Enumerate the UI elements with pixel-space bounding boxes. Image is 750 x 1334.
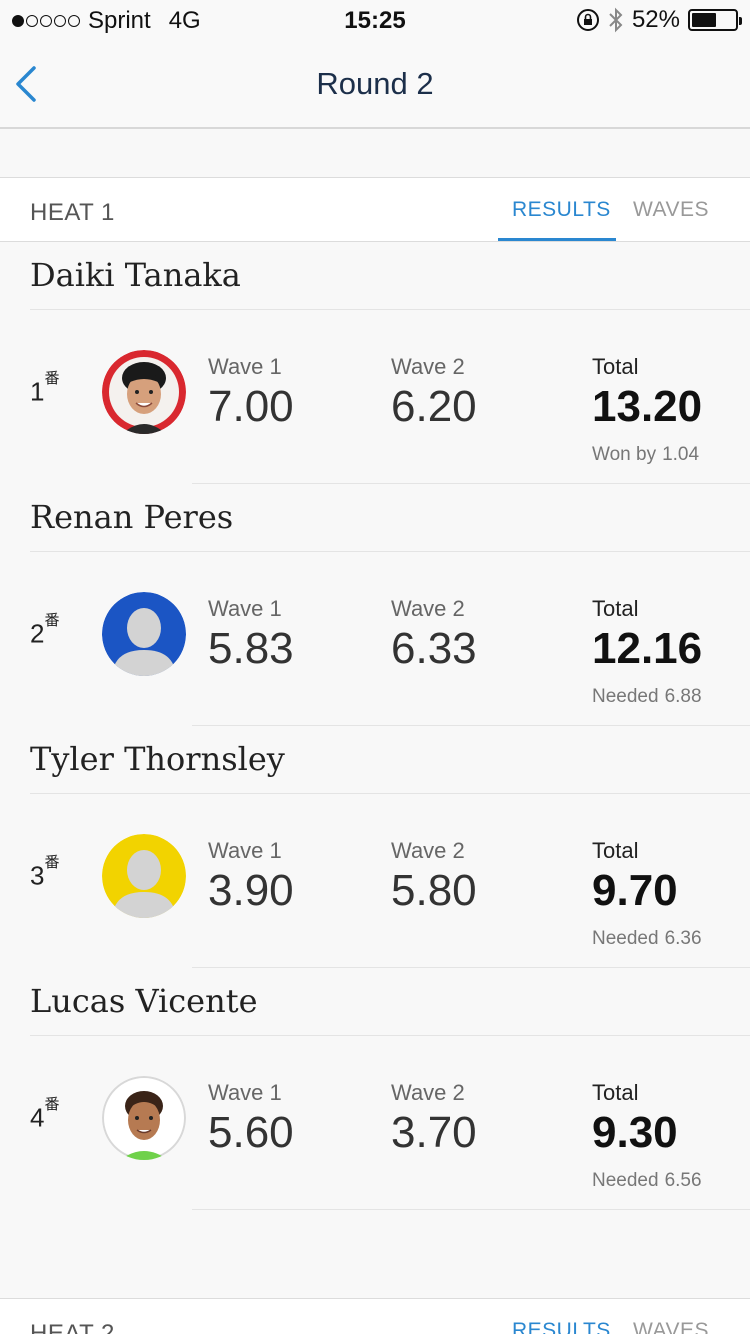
total-note: Needed 6.36	[592, 928, 702, 949]
battery-icon	[688, 9, 742, 31]
tab-results[interactable]: RESULTS	[512, 198, 611, 222]
wave-label: Wave 1	[208, 596, 282, 621]
orientation-lock-icon	[576, 9, 599, 31]
wave-score: 3.70	[391, 1108, 477, 1157]
total: Total 12.16	[592, 596, 702, 674]
status-bar: Sprint 4G 15:25 52%	[0, 0, 750, 40]
bluetooth-icon	[609, 7, 623, 33]
wave-label: Wave 1	[208, 354, 282, 379]
divider	[30, 793, 750, 794]
wave-1: Wave 1 5.83	[208, 596, 294, 674]
total-note: Won by 1.04	[592, 444, 700, 465]
wave-2: Wave 2 6.33	[391, 596, 477, 674]
divider	[30, 1035, 750, 1036]
wave-label: Wave 2	[391, 838, 465, 863]
total-label: Total	[592, 1080, 639, 1105]
wave-1: Wave 1 3.90	[208, 838, 294, 916]
total-score: 9.30	[592, 1108, 678, 1157]
avatar	[102, 592, 186, 676]
wave-label: Wave 2	[391, 1080, 465, 1105]
total-label: Total	[592, 838, 639, 863]
avatar	[102, 834, 186, 918]
total-note: Needed 6.56	[592, 1170, 702, 1191]
divider	[30, 551, 750, 552]
heat-header: HEAT 2 RESULTS WAVES	[0, 1298, 750, 1334]
wave-score: 7.00	[208, 382, 294, 431]
surfer-name: Daiki Tanaka	[30, 256, 241, 294]
wave-label: Wave 1	[208, 838, 282, 863]
wave-score: 5.60	[208, 1108, 294, 1157]
surfer-name: Lucas Vicente	[30, 982, 258, 1020]
surfer-row[interactable]: Tyler Thornsley 3番 Wave 1 3.90 Wave 2 5.…	[0, 726, 750, 968]
surfer-row[interactable]: Daiki Tanaka 1番 Wave 1 7.00 Wave 2 6.20	[0, 242, 750, 484]
wave-score: 6.20	[391, 382, 477, 431]
heat-title: HEAT 2	[30, 1320, 115, 1334]
total-score: 9.70	[592, 866, 678, 915]
wave-1: Wave 1 7.00	[208, 354, 294, 432]
wave-2: Wave 2 5.80	[391, 838, 477, 916]
heat-header: HEAT 1 RESULTS WAVES	[0, 177, 750, 242]
wave-score: 6.33	[391, 624, 477, 673]
heat-title: HEAT 1	[30, 199, 115, 226]
wave-label: Wave 2	[391, 354, 465, 379]
total-note: Needed 6.88	[592, 686, 702, 707]
wave-label: Wave 1	[208, 1080, 282, 1105]
rank: 3番	[30, 854, 60, 891]
wave-1: Wave 1 5.60	[208, 1080, 294, 1158]
tab-waves[interactable]: WAVES	[633, 1319, 709, 1334]
total-score: 12.16	[592, 624, 703, 673]
rank: 1番	[30, 370, 60, 407]
screen: Sprint 4G 15:25 52% Round 2 HEAT 1 RESUL…	[0, 0, 750, 1334]
tab-results[interactable]: RESULTS	[512, 1319, 611, 1334]
total: Total 9.70	[592, 838, 678, 916]
total-label: Total	[592, 354, 639, 379]
divider	[192, 1209, 750, 1210]
surfer-row[interactable]: Lucas Vicente 4番 Wave 1 5.60 Wave 2 3.70…	[0, 968, 750, 1210]
avatar	[102, 1076, 186, 1160]
surfer-name: Tyler Thornsley	[30, 740, 285, 778]
total-label: Total	[592, 596, 639, 621]
active-tab-indicator	[498, 238, 616, 241]
wave-score: 5.80	[391, 866, 477, 915]
total-score: 13.20	[592, 382, 703, 431]
wave-2: Wave 2 6.20	[391, 354, 477, 432]
divider	[30, 309, 750, 310]
wave-2: Wave 2 3.70	[391, 1080, 477, 1158]
total: Total 9.30	[592, 1080, 678, 1158]
surfer-name: Renan Peres	[30, 498, 234, 536]
battery-percent: 52%	[631, 6, 680, 33]
total: Total 13.20	[592, 354, 702, 432]
surfer-row[interactable]: Renan Peres 2番 Wave 1 5.83 Wave 2 6.33 T…	[0, 484, 750, 726]
avatar	[102, 350, 186, 434]
rank: 4番	[30, 1096, 60, 1133]
status-right: 52%	[576, 6, 742, 34]
wave-score: 3.90	[208, 866, 294, 915]
tab-waves[interactable]: WAVES	[633, 198, 709, 222]
wave-label: Wave 2	[391, 596, 465, 621]
rank: 2番	[30, 612, 60, 649]
page-title: Round 2	[316, 66, 434, 101]
wave-score: 5.83	[208, 624, 294, 673]
nav-bar: Round 2	[0, 40, 750, 129]
